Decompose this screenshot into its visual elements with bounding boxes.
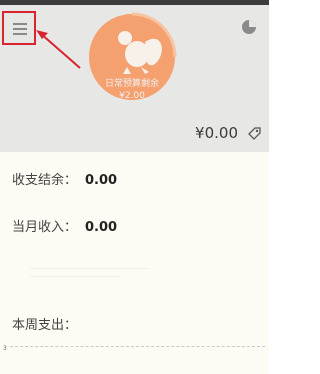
chart-gridline xyxy=(10,346,265,347)
faint-line xyxy=(30,276,120,277)
pie-chart-icon[interactable] xyxy=(242,20,256,34)
budget-label: 日常预算剩余 xyxy=(104,79,159,89)
net-balance-row: 收支结余： 0.00 xyxy=(12,169,117,188)
faint-line xyxy=(30,268,150,269)
chart-axis-label: 3 xyxy=(3,345,7,352)
balance-amount: ¥0.00 xyxy=(195,124,238,142)
budget-value: ¥2.00 xyxy=(119,91,145,101)
net-balance-value: 0.00 xyxy=(85,173,118,188)
tag-icon[interactable] xyxy=(247,126,261,140)
weekly-expense-label: 本周支出： xyxy=(12,318,78,333)
weekly-expense-row: 本周支出： xyxy=(12,314,77,333)
monthly-income-row: 当月收入： 0.00 xyxy=(12,216,117,235)
monthly-income-value: 0.00 xyxy=(85,220,118,235)
monthly-income-label: 当月收入： xyxy=(12,220,78,235)
net-balance-label: 收支结余： xyxy=(12,173,78,188)
